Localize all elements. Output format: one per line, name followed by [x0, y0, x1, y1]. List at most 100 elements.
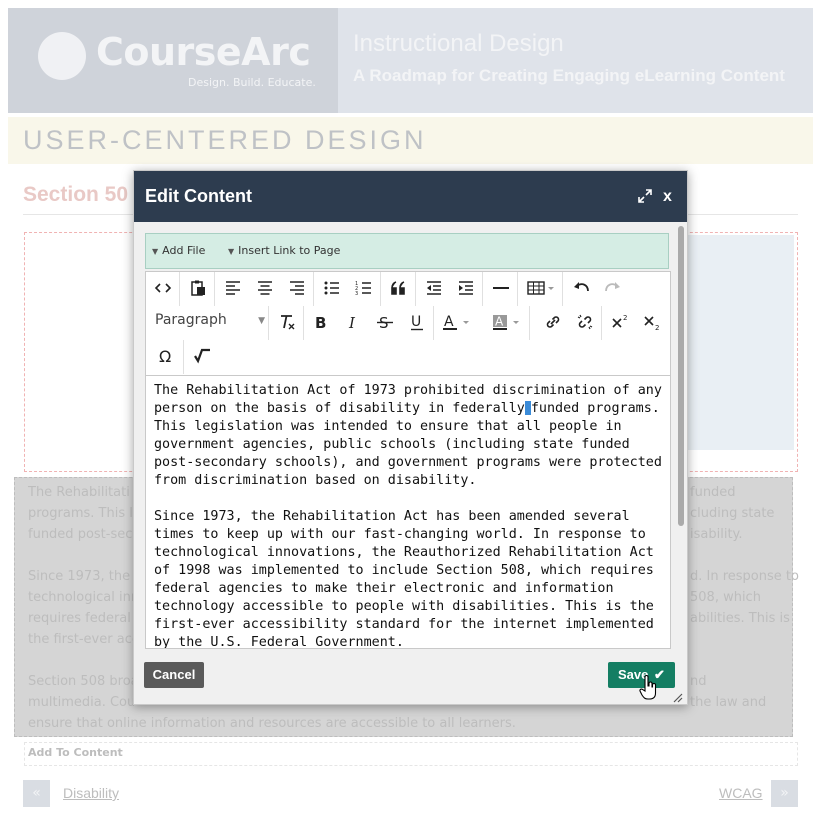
svg-text:A: A [495, 315, 504, 329]
numbered-list-icon[interactable]: 123 [351, 275, 377, 301]
bg-text-line: d. In response to [690, 569, 799, 584]
toolbar-separator [380, 272, 381, 306]
toolbar-separator [183, 340, 184, 374]
next-page-link[interactable]: WCAG [719, 785, 763, 801]
svg-text:3: 3 [355, 291, 358, 297]
expand-icon[interactable] [637, 188, 653, 204]
bg-text-line: programs. This le [28, 506, 141, 521]
cancel-button[interactable]: Cancel [144, 662, 204, 688]
toolbar-separator [562, 272, 563, 306]
rich-text-editor: 123 Paragraph ▼ B I S U A A 2 2 Ω The Re… [145, 271, 671, 649]
bullet-list-icon[interactable] [319, 275, 345, 301]
prev-page-button[interactable]: « [23, 780, 50, 807]
unit-title: USER-CENTERED DESIGN [23, 125, 427, 155]
content-paragraph: The Rehabilitation Act of 1973 prohibite… [154, 382, 662, 490]
svg-text:2: 2 [655, 324, 659, 331]
unit-banner: USER-CENTERED DESIGN [8, 117, 813, 164]
course-subtitle: A Roadmap for Creating Engaging eLearnin… [353, 66, 785, 85]
bg-text-line: multimedia. Cou [28, 695, 136, 710]
toolbar-separator [529, 306, 530, 340]
chevron-down-icon: ▼ [258, 316, 265, 326]
block-format-select[interactable]: Paragraph ▼ [155, 312, 265, 336]
toolbar-separator [482, 272, 483, 306]
blockquote-icon[interactable] [386, 275, 412, 301]
align-right-icon[interactable] [284, 275, 310, 301]
logo: CourseArc Design. Build. Educate. [8, 8, 338, 113]
italic-icon[interactable]: I [340, 309, 366, 335]
insert-link-menu[interactable]: ▼ Insert Link to Page [228, 244, 340, 257]
prev-page-link[interactable]: Disability [63, 785, 119, 801]
indent-icon[interactable] [453, 275, 479, 301]
toolbar-separator [268, 306, 269, 340]
underline-icon[interactable]: U [404, 309, 430, 335]
svg-text:B: B [315, 314, 326, 331]
bg-text-line: abilities. This is [690, 611, 790, 626]
bg-text-line: Since 1973, the R [28, 569, 144, 584]
math-equation-icon[interactable] [189, 343, 215, 369]
svg-text:I: I [348, 314, 356, 331]
svg-text:Ω: Ω [159, 347, 171, 365]
content-paragraph: Since 1973, the Rehabilitation Act has b… [154, 509, 654, 649]
toolbar-separator [601, 306, 602, 340]
bg-text-line: the law and [690, 695, 767, 710]
insert-link-label: Insert Link to Page [238, 244, 341, 257]
svg-text:A: A [444, 314, 454, 330]
modal-scrollbar[interactable] [678, 226, 684, 526]
table-icon[interactable] [524, 275, 558, 301]
background-color-icon[interactable]: A [489, 309, 523, 335]
svg-text:U: U [411, 314, 421, 330]
toolbar-separator [214, 272, 215, 306]
strikethrough-icon[interactable]: S [372, 309, 398, 335]
unlink-icon[interactable] [572, 309, 598, 335]
bg-text-line: nd [690, 674, 707, 689]
toolbar-separator [303, 306, 304, 340]
course-title: Instructional Design [353, 30, 564, 57]
clear-formatting-icon[interactable] [274, 309, 300, 335]
add-to-content[interactable]: Add To Content [24, 742, 798, 766]
bold-icon[interactable]: B [308, 309, 334, 335]
edit-content-modal: Edit Content x ▼ Add File ▼ Insert Link to… [133, 170, 688, 705]
special-character-icon[interactable]: Ω [154, 343, 180, 369]
resize-handle-icon[interactable] [671, 688, 683, 703]
bg-text-line: technological inno [28, 590, 148, 605]
superscript-icon[interactable]: 2 [607, 309, 633, 335]
bg-text-line: isability. [690, 527, 743, 542]
add-to-content-label: Add To Content [28, 746, 123, 759]
modal-title: Edit Content [145, 186, 252, 206]
toolbar-separator [433, 306, 434, 340]
hand-pointer-icon [639, 675, 657, 701]
close-button[interactable]: x [663, 188, 672, 206]
align-left-icon[interactable] [220, 275, 246, 301]
link-icon[interactable] [540, 309, 566, 335]
toolbar-separator [313, 272, 314, 306]
source-code-icon[interactable] [150, 275, 176, 301]
block-format-value: Paragraph [155, 312, 227, 328]
text-color-icon[interactable]: A [439, 309, 473, 335]
toolbar-separator [179, 272, 180, 306]
chevron-down-icon: ▼ [228, 247, 235, 256]
outdent-icon[interactable] [421, 275, 447, 301]
horizontal-rule-icon[interactable] [488, 275, 514, 301]
editor-content-area[interactable]: The Rehabilitation Act of 1973 prohibite… [154, 382, 662, 649]
logo-text: CourseArc [96, 30, 311, 74]
coursearc-logo-icon [38, 32, 86, 80]
bg-text-line: funded [690, 485, 736, 500]
bg-text-line: funded post-seco [28, 527, 141, 542]
align-center-icon[interactable] [252, 275, 278, 301]
toolbar-separator [415, 272, 416, 306]
add-file-label: Add File [162, 244, 206, 257]
bg-text-line: 508, which [690, 590, 761, 605]
toolbar-separator [517, 272, 518, 306]
logo-tagline: Design. Build. Educate. [188, 76, 316, 89]
section-title: Section 50 [23, 183, 129, 206]
undo-icon[interactable] [568, 275, 594, 301]
bg-text-line: The Rehabilitati [28, 485, 130, 500]
add-file-menu[interactable]: ▼ Add File [152, 244, 205, 257]
bg-text-line: cluding state [690, 506, 775, 521]
site-header: CourseArc Design. Build. Educate. Instru… [8, 8, 813, 113]
chevron-down-icon: ▼ [152, 247, 159, 256]
redo-icon[interactable] [600, 275, 626, 301]
paste-icon[interactable] [185, 275, 211, 301]
subscript-icon[interactable]: 2 [639, 309, 665, 335]
next-page-button[interactable]: » [771, 780, 798, 807]
